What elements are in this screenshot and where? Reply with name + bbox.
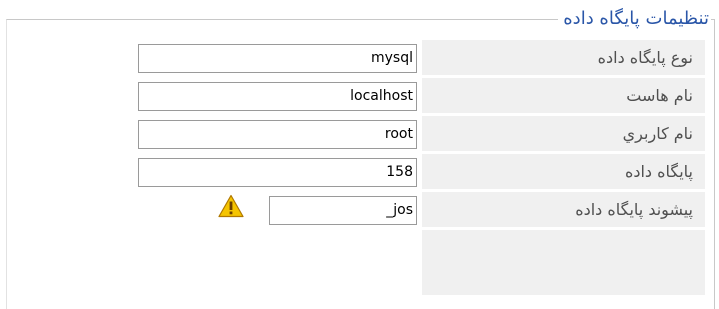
db-type-label: نوع پايگاه داده bbox=[597, 48, 693, 67]
username-label-cell: نام کاربري bbox=[422, 116, 705, 152]
host-label: نام هاست bbox=[626, 86, 693, 105]
db-type-input[interactable]: mysql bbox=[138, 44, 417, 73]
db-name-label: پايگاه داده bbox=[624, 162, 693, 181]
db-prefix-label-cell: پيشوند پايگاه داده bbox=[422, 192, 705, 228]
db-name-input[interactable]: 158 bbox=[138, 158, 417, 187]
section-title: تنظيمات پايگاه داده bbox=[558, 7, 711, 31]
field-row-db-prefix: _jos پيشوند پايگاه داده bbox=[0, 192, 719, 228]
label-column-filler bbox=[422, 230, 705, 295]
field-row-host: localhost نام هاست bbox=[0, 78, 719, 114]
db-prefix-label: پيشوند پايگاه داده bbox=[575, 200, 693, 219]
db-prefix-input[interactable]: _jos bbox=[269, 196, 417, 225]
username-input[interactable]: root bbox=[138, 120, 417, 149]
warning-icon bbox=[218, 194, 244, 218]
host-label-cell: نام هاست bbox=[422, 78, 705, 114]
username-label: نام کاربري bbox=[622, 124, 693, 143]
field-row-db-type: mysql نوع پايگاه داده bbox=[0, 40, 719, 76]
field-row-db-name: 158 پايگاه داده bbox=[0, 154, 719, 190]
host-input[interactable]: localhost bbox=[138, 82, 417, 111]
db-name-label-cell: پايگاه داده bbox=[422, 154, 705, 190]
field-row-username: root نام کاربري bbox=[0, 116, 719, 152]
db-type-label-cell: نوع پايگاه داده bbox=[422, 40, 705, 76]
